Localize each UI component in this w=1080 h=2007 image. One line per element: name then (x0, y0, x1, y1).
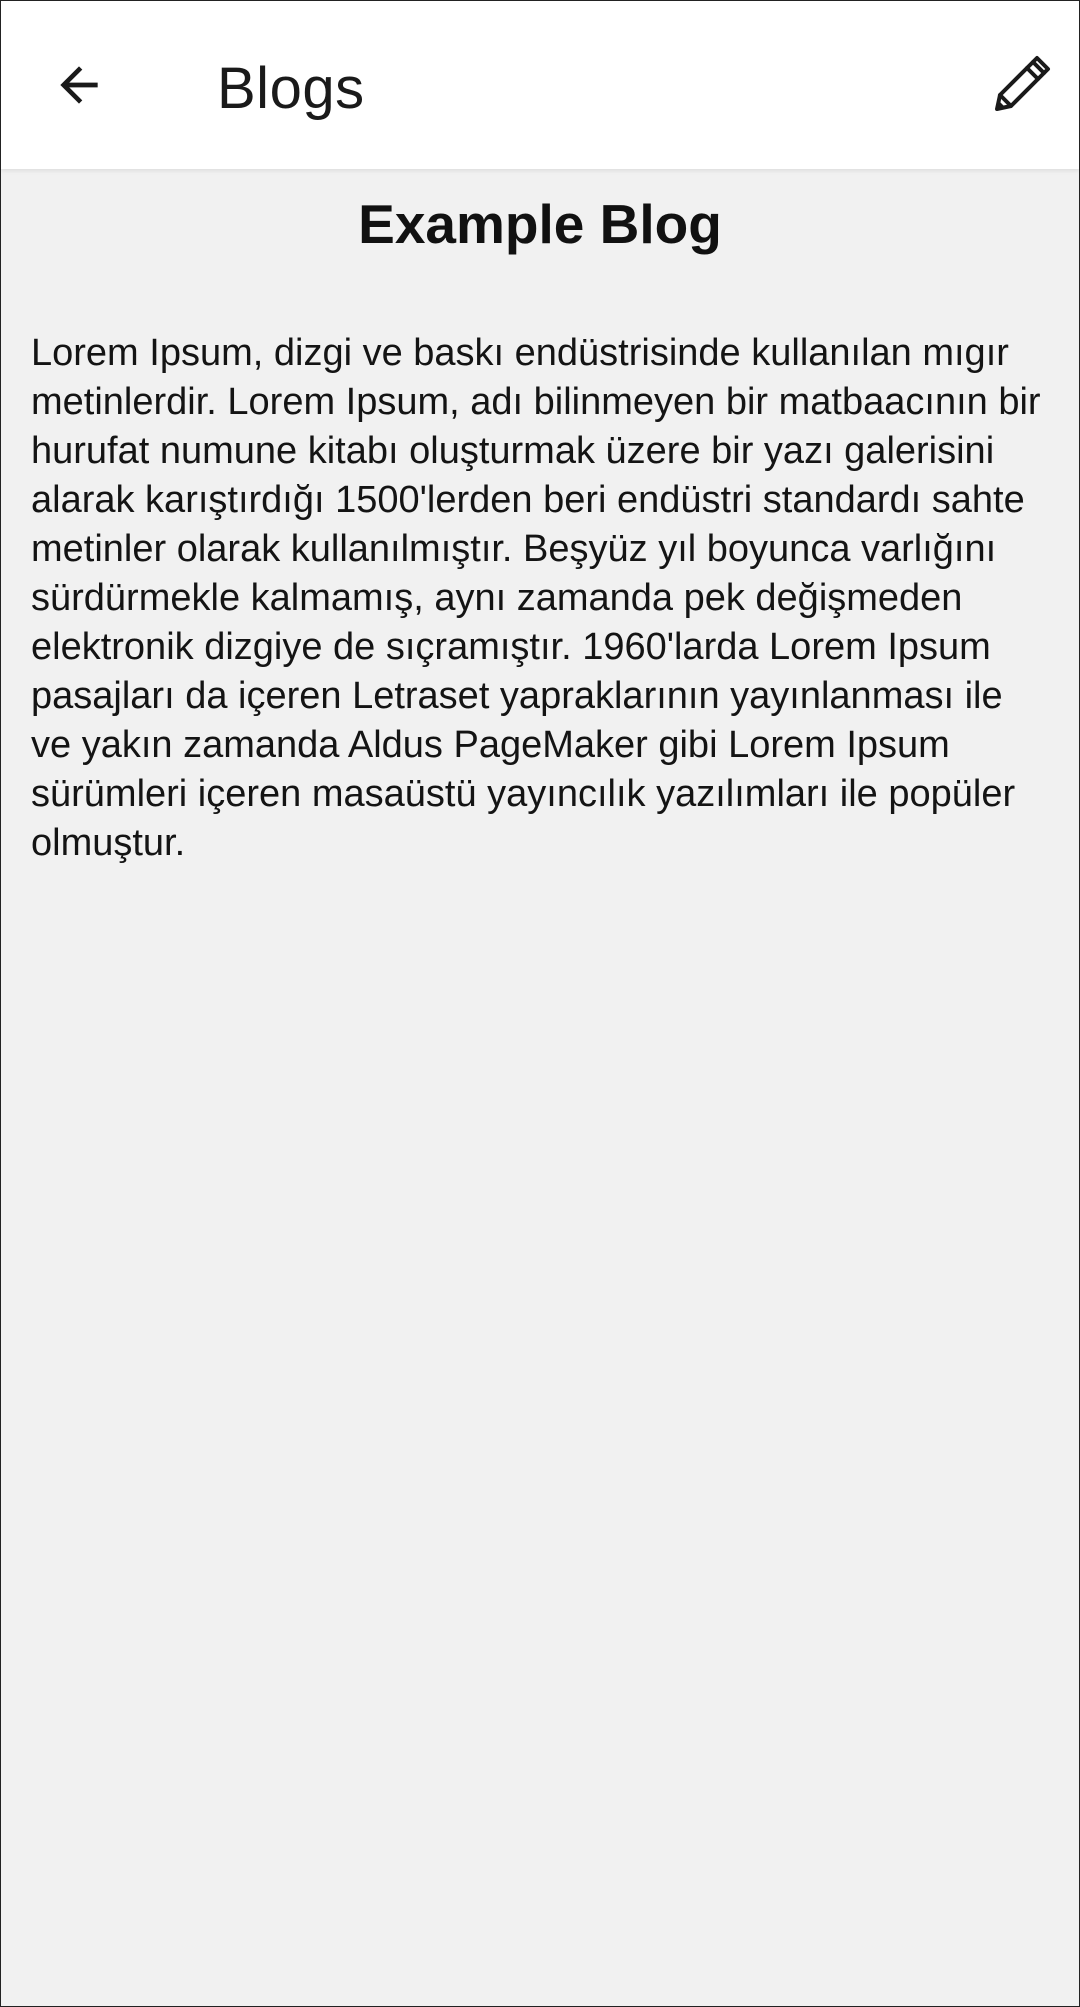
blog-title: Example Blog (358, 193, 722, 255)
screen: Blogs Example Blog Lorem Ipsum, dizgi ve… (0, 0, 1080, 2007)
app-bar: Blogs (1, 1, 1079, 169)
blog-content: Example Blog Lorem Ipsum, dizgi ve baskı… (1, 169, 1079, 2006)
back-button[interactable] (39, 47, 119, 127)
arrow-back-icon (51, 57, 107, 118)
pencil-icon (989, 53, 1053, 122)
edit-button[interactable] (981, 47, 1061, 127)
blog-body: Lorem Ipsum, dizgi ve baskı endüstrisind… (31, 332, 1041, 864)
page-title: Blogs (217, 56, 365, 121)
